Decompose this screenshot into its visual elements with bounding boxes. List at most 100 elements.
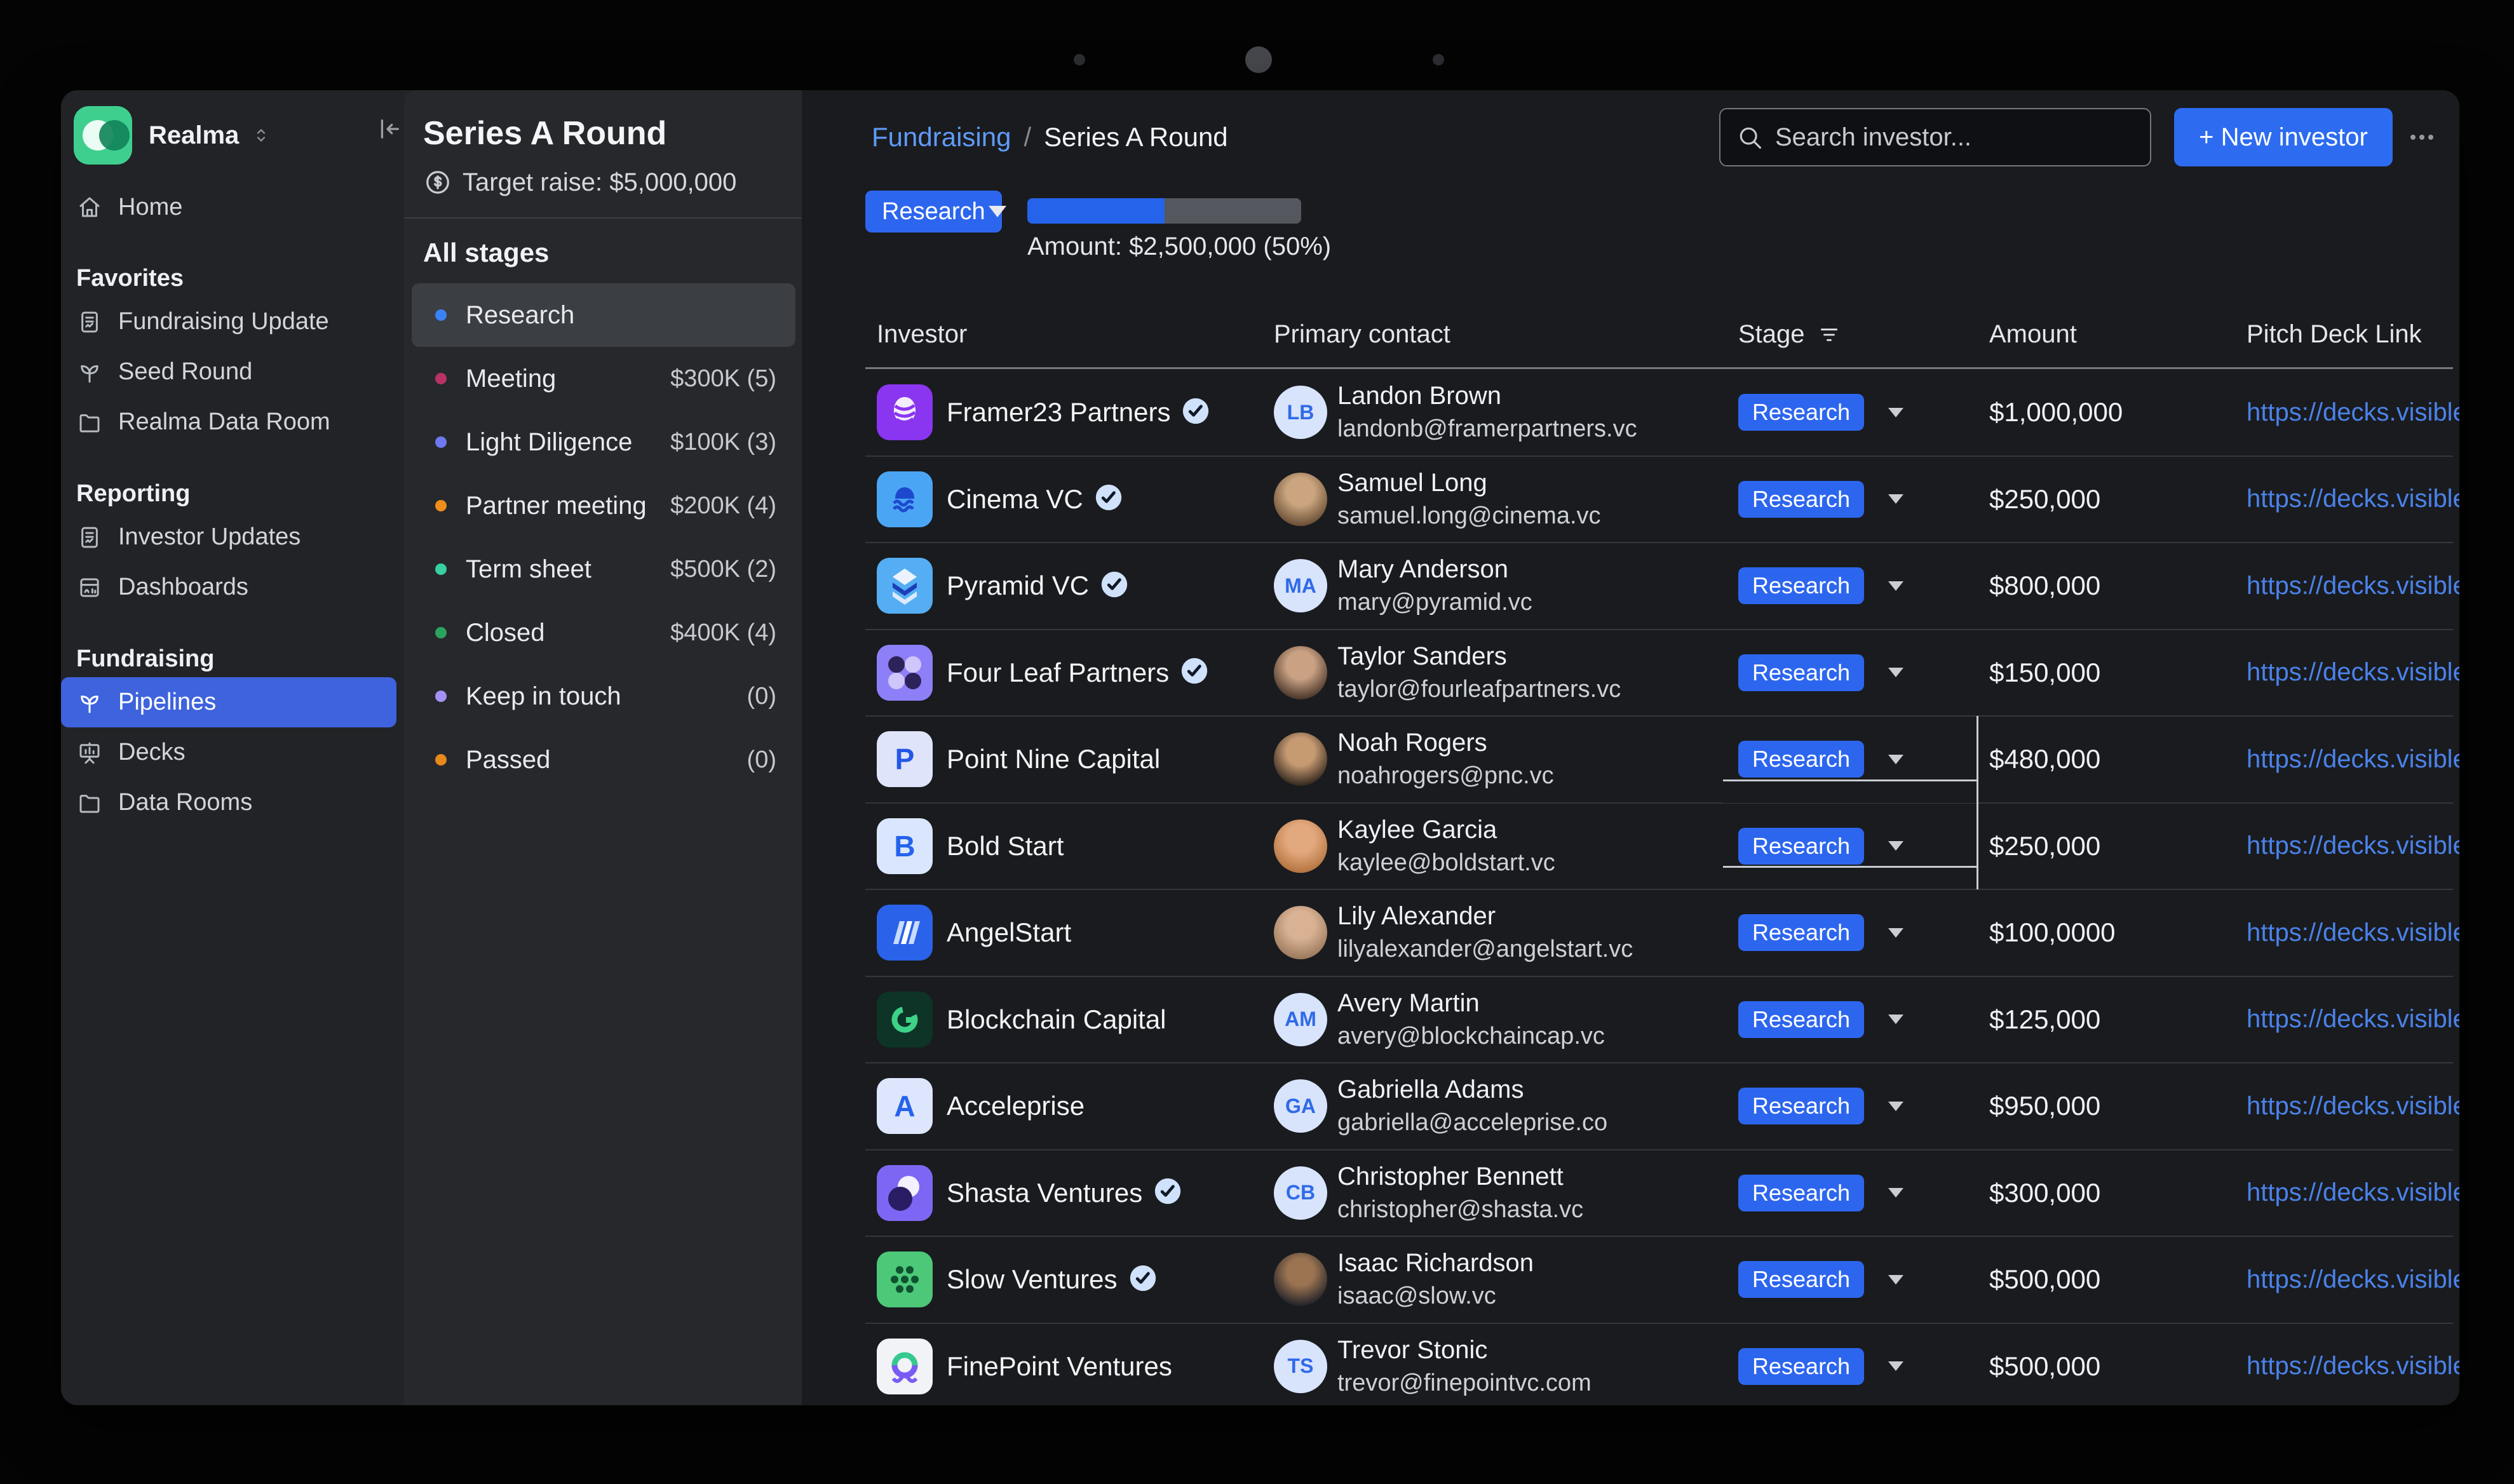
sidebar-item-seed-round[interactable]: Seed Round xyxy=(61,347,396,397)
search-investor-box[interactable] xyxy=(1719,108,2151,166)
sidebar-item-data-rooms[interactable]: Data Rooms xyxy=(61,778,396,828)
column-header-investor[interactable]: Investor xyxy=(877,320,967,349)
column-header-pitch-deck[interactable]: Pitch Deck Link xyxy=(2247,320,2422,349)
table-row[interactable]: AngelStartLily Alexanderlilyalexander@an… xyxy=(802,889,2459,976)
stage-pill[interactable]: Research xyxy=(1738,828,1864,865)
stage-item-partner-meeting[interactable]: Partner meeting$200K (4) xyxy=(412,474,795,537)
collapse-sidebar-icon[interactable] xyxy=(374,114,403,144)
table-row[interactable]: Four Leaf PartnersTaylor Sanderstaylor@f… xyxy=(802,630,2459,717)
amount-cell[interactable]: $500,000 xyxy=(1989,1236,2100,1323)
chevron-updown-icon[interactable] xyxy=(250,125,272,146)
pitch-deck-link[interactable]: https://decks.visible xyxy=(2247,398,2459,427)
sidebar-item-decks[interactable]: Decks xyxy=(61,727,396,778)
stage-item-passed[interactable]: Passed(0) xyxy=(412,728,795,792)
table-row[interactable]: AAccelepriseGAGabriella Adamsgabriella@a… xyxy=(802,1063,2459,1150)
stage-item-keep-in-touch[interactable]: Keep in touch(0) xyxy=(412,664,795,728)
stage-cell[interactable]: Research xyxy=(1738,803,1903,890)
sidebar-item-realma-data-room[interactable]: Realma Data Room xyxy=(61,397,396,447)
sidebar-item-investor-updates[interactable]: Investor Updates xyxy=(61,512,396,562)
stage-cell[interactable]: Research xyxy=(1738,1063,1903,1150)
all-stages-label[interactable]: All stages xyxy=(423,238,802,268)
chevron-down-icon[interactable] xyxy=(1888,668,1903,677)
amount-cell[interactable]: $500,000 xyxy=(1989,1323,2100,1406)
pitch-deck-link[interactable]: https://decks.visible xyxy=(2247,1265,2459,1294)
pitch-deck-link[interactable]: https://decks.visible xyxy=(2247,1092,2459,1121)
amount-cell[interactable]: $250,000 xyxy=(1989,803,2100,890)
table-row[interactable]: Blockchain CapitalAMAvery Martinavery@bl… xyxy=(802,976,2459,1063)
stage-cell[interactable]: Research xyxy=(1738,976,1903,1063)
sidebar-item-dashboards[interactable]: Dashboards xyxy=(61,562,396,612)
stage-cell[interactable]: Research xyxy=(1738,630,1903,717)
amount-cell[interactable]: $800,000 xyxy=(1989,543,2100,630)
stage-cell[interactable]: Research xyxy=(1738,1323,1903,1406)
stage-item-closed[interactable]: Closed$400K (4) xyxy=(412,601,795,664)
pitch-deck-link[interactable]: https://decks.visible xyxy=(2247,1178,2459,1207)
stage-item-term-sheet[interactable]: Term sheet$500K (2) xyxy=(412,537,795,601)
stage-cell[interactable]: Research xyxy=(1738,889,1903,976)
pitch-deck-link[interactable]: https://decks.visible xyxy=(2247,1005,2459,1034)
pitch-deck-link[interactable]: https://decks.visible xyxy=(2247,745,2459,774)
amount-cell[interactable]: $950,000 xyxy=(1989,1063,2100,1150)
sidebar-item-fundraising-update[interactable]: Fundraising Update xyxy=(61,297,396,347)
table-row[interactable]: PPoint Nine CapitalNoah Rogersnoahrogers… xyxy=(802,716,2459,803)
chevron-down-icon[interactable] xyxy=(1888,928,1903,938)
column-header-amount[interactable]: Amount xyxy=(1989,320,2077,349)
stage-pill[interactable]: Research xyxy=(1738,1088,1864,1124)
amount-cell[interactable]: $1,000,000 xyxy=(1989,369,2123,456)
amount-cell[interactable]: $480,000 xyxy=(1989,716,2100,803)
table-row[interactable]: Shasta VenturesCBChristopher Bennettchri… xyxy=(802,1150,2459,1237)
sidebar-item-home[interactable]: Home xyxy=(61,182,396,232)
stage-item-research[interactable]: Research xyxy=(412,283,795,347)
search-input[interactable] xyxy=(1775,123,2135,152)
chevron-down-icon[interactable] xyxy=(989,206,1006,217)
pitch-deck-link[interactable]: https://decks.visible xyxy=(2247,919,2459,947)
chevron-down-icon[interactable] xyxy=(1888,1015,1903,1024)
stage-pill[interactable]: Research xyxy=(1738,1001,1864,1038)
stage-cell[interactable]: Research xyxy=(1738,1236,1903,1323)
stage-pill[interactable]: Research xyxy=(1738,394,1864,431)
table-row[interactable]: Slow VenturesIsaac Richardsonisaac@slow.… xyxy=(802,1236,2459,1323)
pitch-deck-link[interactable]: https://decks.visible xyxy=(2247,832,2459,860)
table-row[interactable]: BBold StartKaylee Garciakaylee@boldstart… xyxy=(802,803,2459,890)
column-header-primary-contact[interactable]: Primary contact xyxy=(1274,320,1450,349)
sidebar-item-pipelines[interactable]: Pipelines xyxy=(61,677,396,727)
amount-cell[interactable]: $300,000 xyxy=(1989,1150,2100,1237)
stage-pill[interactable]: Research xyxy=(1738,1348,1864,1385)
stage-cell[interactable]: Research xyxy=(1738,543,1903,630)
pitch-deck-link[interactable]: https://decks.visible xyxy=(2247,1352,2459,1380)
amount-cell[interactable]: $100,0000 xyxy=(1989,889,2116,976)
table-row[interactable]: Pyramid VCMAMary Andersonmary@pyramid.vc… xyxy=(802,543,2459,630)
stage-pill[interactable]: Research xyxy=(1738,481,1864,518)
stage-pill[interactable]: Research xyxy=(1738,654,1864,691)
new-investor-button[interactable]: + New investor xyxy=(2174,108,2393,166)
stage-cell[interactable]: Research xyxy=(1738,456,1903,543)
chevron-down-icon[interactable] xyxy=(1888,1275,1903,1285)
chevron-down-icon[interactable] xyxy=(1888,494,1903,504)
stage-cell[interactable]: Research xyxy=(1738,369,1903,456)
stage-pill[interactable]: Research xyxy=(1738,567,1864,604)
chevron-down-icon[interactable] xyxy=(1888,1102,1903,1111)
table-row[interactable]: Framer23 PartnersLBLandon Brownlandonb@f… xyxy=(802,369,2459,456)
chevron-down-icon[interactable] xyxy=(1888,1361,1903,1371)
stage-pill[interactable]: Research xyxy=(1738,1261,1864,1298)
stage-item-light-diligence[interactable]: Light Diligence$100K (3) xyxy=(412,410,795,474)
chevron-down-icon[interactable] xyxy=(1888,408,1903,417)
workspace-switcher[interactable]: Realma xyxy=(61,90,404,165)
stage-pill[interactable]: Research xyxy=(1738,1175,1864,1211)
stage-cell[interactable]: Research xyxy=(1738,716,1903,803)
chevron-down-icon[interactable] xyxy=(1888,1188,1903,1197)
ellipsis-menu-icon[interactable] xyxy=(2404,122,2440,152)
stage-item-meeting[interactable]: Meeting$300K (5) xyxy=(412,347,795,410)
chevron-down-icon[interactable] xyxy=(1888,755,1903,764)
chevron-down-icon[interactable] xyxy=(1888,581,1903,591)
table-row[interactable]: FinePoint VenturesTSTrevor Stonictrevor@… xyxy=(802,1323,2459,1406)
table-row[interactable]: Cinema VCSamuel Longsamuel.long@cinema.v… xyxy=(802,456,2459,543)
pitch-deck-link[interactable]: https://decks.visible xyxy=(2247,485,2459,513)
amount-cell[interactable]: $250,000 xyxy=(1989,456,2100,543)
chevron-down-icon[interactable] xyxy=(1888,841,1903,851)
stage-filter-pill[interactable]: Research xyxy=(865,191,1002,233)
filter-icon[interactable] xyxy=(1816,322,1842,347)
stage-cell[interactable]: Research xyxy=(1738,1150,1903,1237)
pitch-deck-link[interactable]: https://decks.visible xyxy=(2247,572,2459,600)
amount-cell[interactable]: $125,000 xyxy=(1989,976,2100,1063)
